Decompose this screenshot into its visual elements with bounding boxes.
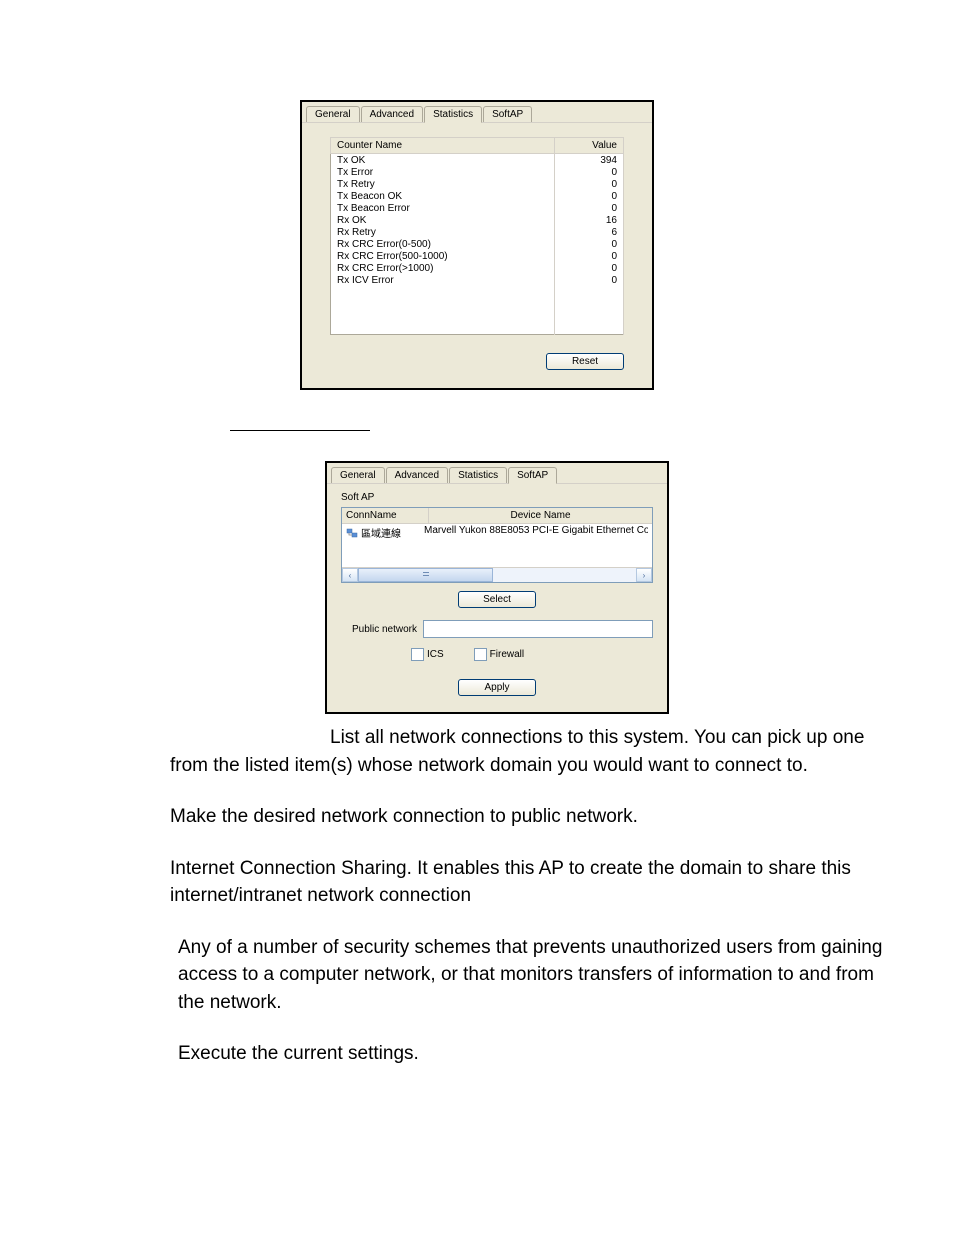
tab-softap-2[interactable]: SoftAP: [508, 467, 557, 484]
conn-name-text: 區域連線: [361, 525, 401, 540]
table-row[interactable]: Rx CRC Error(500-1000)0: [331, 250, 624, 262]
table-row[interactable]: Tx Beacon Error0: [331, 202, 624, 214]
document-paragraph-4: Any of a number of security schemes that…: [178, 934, 898, 1017]
tab-general[interactable]: General: [306, 106, 360, 122]
connection-list[interactable]: ConnName Device Name 區域連線 Marvell Yukon …: [341, 507, 653, 583]
table-row: [331, 286, 624, 298]
ics-checkbox[interactable]: [411, 648, 424, 661]
tab-general-2[interactable]: General: [331, 467, 385, 483]
public-network-field[interactable]: [423, 620, 653, 638]
table-row[interactable]: Rx OK16: [331, 214, 624, 226]
firewall-checkbox[interactable]: [474, 648, 487, 661]
table-row: [331, 322, 624, 335]
apply-button[interactable]: Apply: [458, 679, 536, 696]
ics-label: ICS: [427, 649, 444, 660]
document-paragraph-3: Internet Connection Sharing. It enables …: [170, 855, 890, 910]
document-paragraph-5: Execute the current settings.: [178, 1040, 898, 1068]
scroll-right-arrow-icon[interactable]: ›: [636, 568, 652, 582]
table-row[interactable]: Tx Error0: [331, 166, 624, 178]
divider: [230, 430, 370, 431]
scroll-left-arrow-icon[interactable]: ‹: [342, 568, 358, 582]
reset-button[interactable]: Reset: [546, 353, 624, 370]
list-item[interactable]: 區域連線 Marvell Yukon 88E8053 PCI-E Gigabit…: [342, 524, 652, 541]
statistics-table: Counter Name Value Tx OK394 Tx Error0 Tx…: [330, 137, 624, 335]
table-row: [331, 310, 624, 322]
table-row: [331, 298, 624, 310]
tab-advanced[interactable]: Advanced: [361, 106, 423, 122]
device-name-text: Marvell Yukon 88E8053 PCI-E Gigabit Ethe…: [424, 525, 648, 540]
scroll-track[interactable]: [358, 568, 636, 582]
ics-checkbox-wrap[interactable]: ICS: [411, 648, 444, 661]
select-button[interactable]: Select: [458, 591, 536, 608]
public-network-label: Public network: [341, 624, 417, 635]
table-row[interactable]: Tx Beacon OK0: [331, 190, 624, 202]
statistics-panel: General Advanced Statistics SoftAP Count…: [300, 100, 654, 390]
table-row[interactable]: Rx CRC Error(>1000)0: [331, 262, 624, 274]
document-paragraph-1: List all network connections to this sys…: [60, 724, 894, 779]
table-row[interactable]: Rx CRC Error(0-500)0: [331, 238, 624, 250]
table-row[interactable]: Tx Retry0: [331, 178, 624, 190]
col-connname[interactable]: ConnName: [342, 508, 429, 523]
tab-statistics[interactable]: Statistics: [424, 106, 482, 123]
horizontal-scrollbar[interactable]: ‹ ›: [342, 567, 652, 582]
firewall-checkbox-wrap[interactable]: Firewall: [474, 648, 524, 661]
firewall-label: Firewall: [490, 649, 524, 660]
col-counter-name[interactable]: Counter Name: [331, 138, 555, 154]
softap-title: Soft AP: [341, 492, 653, 503]
network-icon: [346, 527, 358, 539]
softap-panel: General Advanced Statistics SoftAP Soft …: [325, 461, 669, 714]
document-paragraph-2: Make the desired network connection to p…: [170, 803, 890, 831]
scroll-thumb[interactable]: [358, 568, 493, 582]
tabs-bar: General Advanced Statistics SoftAP: [302, 102, 652, 123]
table-row[interactable]: Rx Retry6: [331, 226, 624, 238]
table-row[interactable]: Tx OK394: [331, 154, 624, 167]
tabs-bar-2: General Advanced Statistics SoftAP: [327, 463, 667, 484]
col-devicename[interactable]: Device Name: [429, 508, 652, 523]
tab-softap[interactable]: SoftAP: [483, 106, 532, 122]
table-row[interactable]: Rx ICV Error0: [331, 274, 624, 286]
tab-advanced-2[interactable]: Advanced: [386, 467, 448, 483]
tab-statistics-2[interactable]: Statistics: [449, 467, 507, 483]
col-value[interactable]: Value: [555, 138, 624, 154]
